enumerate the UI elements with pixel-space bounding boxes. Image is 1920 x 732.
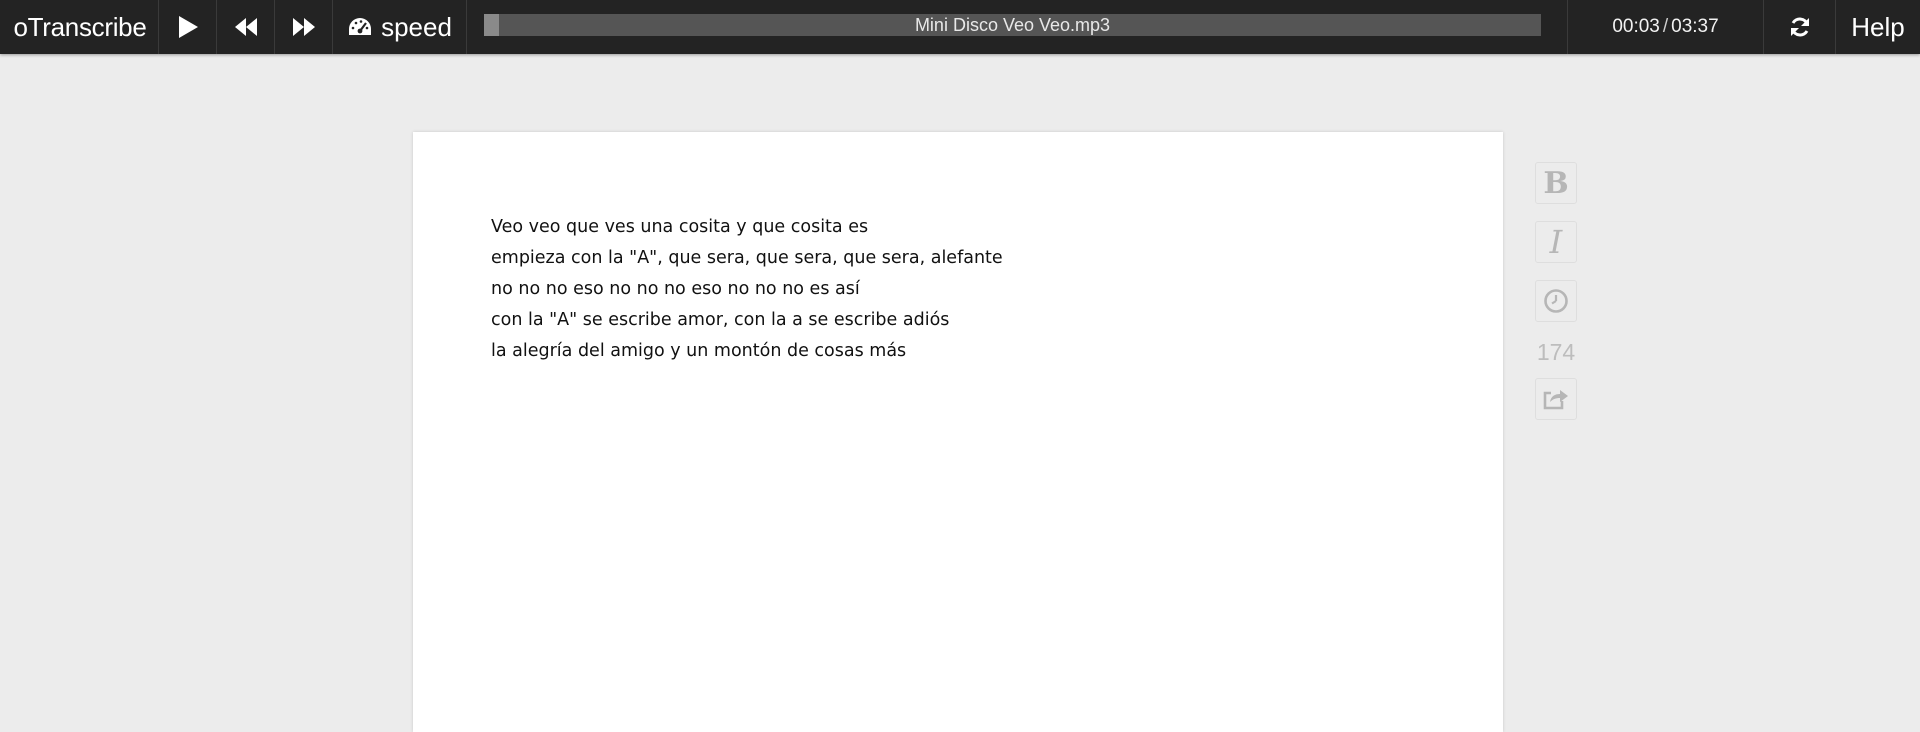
time-separator: / — [1662, 16, 1669, 37]
reset-button[interactable] — [1764, 0, 1836, 54]
format-sidebar: B I 174 — [1535, 162, 1579, 437]
help-button[interactable]: Help — [1836, 0, 1920, 54]
progress-area: Mini Disco Veo Veo.mp3 — [467, 0, 1568, 54]
refresh-icon — [1790, 17, 1809, 37]
transcript-line: Veo veo que ves una cosita y que cosita … — [491, 217, 869, 237]
play-button[interactable] — [159, 0, 217, 54]
transcript-line: empieza con la "A", que sera, que sera, … — [491, 248, 1003, 268]
track-title: Mini Disco Veo Veo.mp3 — [914, 14, 1111, 35]
progress-bar[interactable]: Mini Disco Veo Veo.mp3 — [484, 14, 1541, 36]
transcript-line: no no no eso no no no eso no no no es as… — [491, 279, 860, 299]
fast-forward-button[interactable] — [275, 0, 333, 54]
word-count: 174 — [1536, 339, 1576, 365]
speed-button[interactable]: speed — [333, 0, 467, 54]
total-time: 03:37 — [1671, 16, 1719, 37]
rewind-icon — [234, 18, 257, 36]
bold-button[interactable]: B — [1535, 162, 1577, 204]
time-display: 00:03 / 03:37 — [1568, 0, 1764, 54]
transcript-editor[interactable]: Veo veo que ves una cosita y que cosita … — [413, 132, 1503, 732]
play-icon — [178, 16, 198, 38]
timestamp-button[interactable] — [1535, 280, 1577, 322]
speed-label: speed — [381, 11, 452, 42]
rewind-button[interactable] — [217, 0, 275, 54]
export-share-icon — [1543, 390, 1568, 410]
clock-icon — [1544, 289, 1568, 313]
transcript-line: la alegría del amigo y un montón de cosa… — [491, 341, 907, 361]
transcript-text[interactable]: Veo veo que ves una cosita y que cosita … — [491, 212, 1003, 367]
speedometer-icon — [349, 18, 372, 35]
toolbar: oTranscribe speed Mini Disco Veo Veo.mp3… — [0, 0, 1920, 54]
fast-forward-icon — [292, 18, 315, 36]
app-brand: oTranscribe — [0, 0, 159, 54]
current-time: 00:03 — [1612, 16, 1660, 37]
italic-button[interactable]: I — [1535, 221, 1577, 263]
export-button[interactable] — [1535, 378, 1577, 420]
transcript-line: con la "A" se escribe amor, con la a se … — [491, 310, 950, 330]
